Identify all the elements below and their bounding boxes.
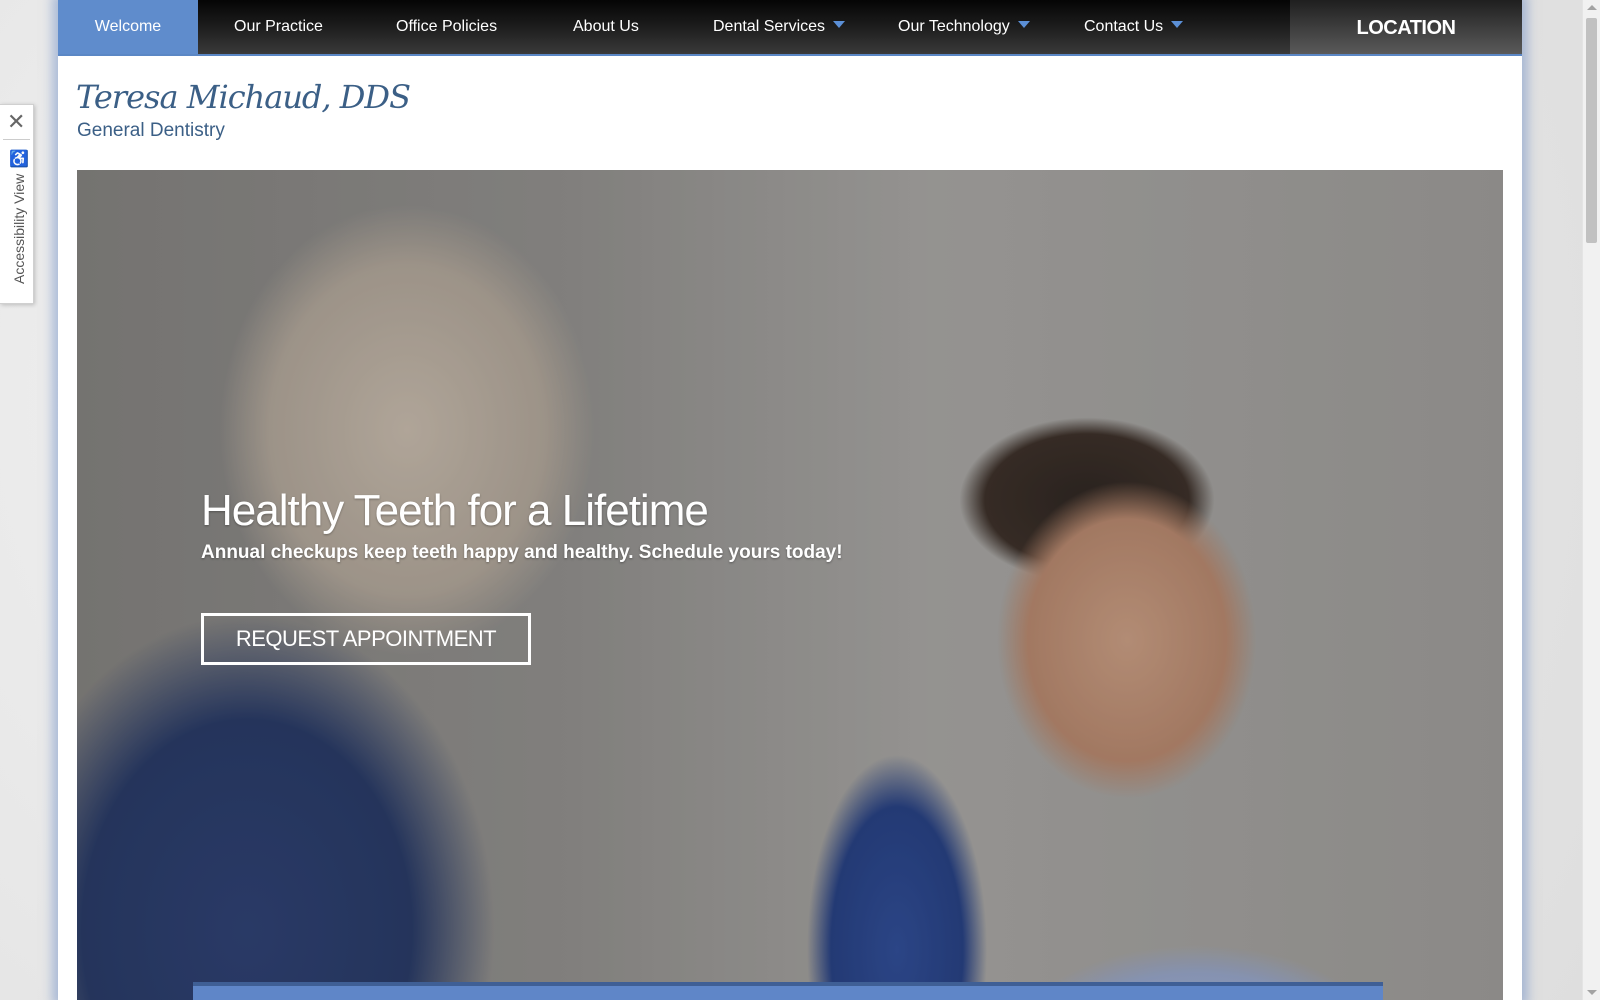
- practice-specialty: General Dentistry: [77, 120, 225, 141]
- main-navigation: Welcome Our Practice Office Policies Abo…: [58, 0, 1522, 56]
- accessibility-widget[interactable]: ✕ ♿ Accessibility View: [0, 104, 34, 304]
- hero-banner: Healthy Teeth for a Lifetime Annual chec…: [77, 170, 1503, 1000]
- scroll-down-icon[interactable]: [1587, 990, 1597, 995]
- nav-item-welcome[interactable]: Welcome: [58, 0, 198, 54]
- hero-bottom-bar: [193, 982, 1383, 1000]
- nav-item-label: Welcome: [94, 18, 162, 35]
- chevron-down-icon: [1171, 21, 1184, 29]
- nav-item-our-technology[interactable]: Our Technology: [898, 0, 1030, 54]
- practice-name[interactable]: Teresa Michaud, DDS: [76, 78, 411, 116]
- request-appointment-button[interactable]: REQUEST APPOINTMENT: [201, 613, 531, 665]
- scroll-thumb[interactable]: [1586, 18, 1597, 243]
- close-icon[interactable]: ✕: [7, 111, 25, 133]
- hero-overlay: [77, 170, 1503, 1000]
- wheelchair-icon: ♿: [9, 151, 29, 168]
- chevron-down-icon: [833, 21, 846, 29]
- hero-title: Healthy Teeth for a Lifetime: [201, 486, 709, 535]
- nav-item-label: Our Practice: [234, 18, 323, 35]
- vertical-scrollbar[interactable]: [1582, 0, 1600, 1000]
- page-frame: Welcome Our Practice Office Policies Abo…: [58, 0, 1522, 1000]
- nav-item-label: Office Policies: [396, 18, 498, 35]
- chevron-down-icon: [1017, 21, 1030, 29]
- nav-item-label: Dental Services: [713, 18, 826, 35]
- scroll-up-icon[interactable]: [1587, 5, 1597, 10]
- hero-subtitle: Annual checkups keep teeth happy and hea…: [201, 542, 843, 563]
- nav-item-our-practice[interactable]: Our Practice: [234, 0, 323, 54]
- nav-item-label: About Us: [573, 18, 639, 35]
- accessibility-view-label[interactable]: Accessibility View: [11, 174, 27, 284]
- nav-item-dental-services[interactable]: Dental Services: [713, 0, 846, 54]
- divider: [3, 139, 30, 140]
- nav-item-office-policies[interactable]: Office Policies: [396, 0, 497, 54]
- nav-item-label: Our Technology: [898, 18, 1010, 35]
- location-button[interactable]: LOCATION: [1290, 0, 1522, 54]
- nav-item-contact-us[interactable]: Contact Us: [1084, 0, 1184, 54]
- nav-item-about-us[interactable]: About Us: [573, 0, 639, 54]
- nav-item-label: Contact Us: [1084, 18, 1164, 35]
